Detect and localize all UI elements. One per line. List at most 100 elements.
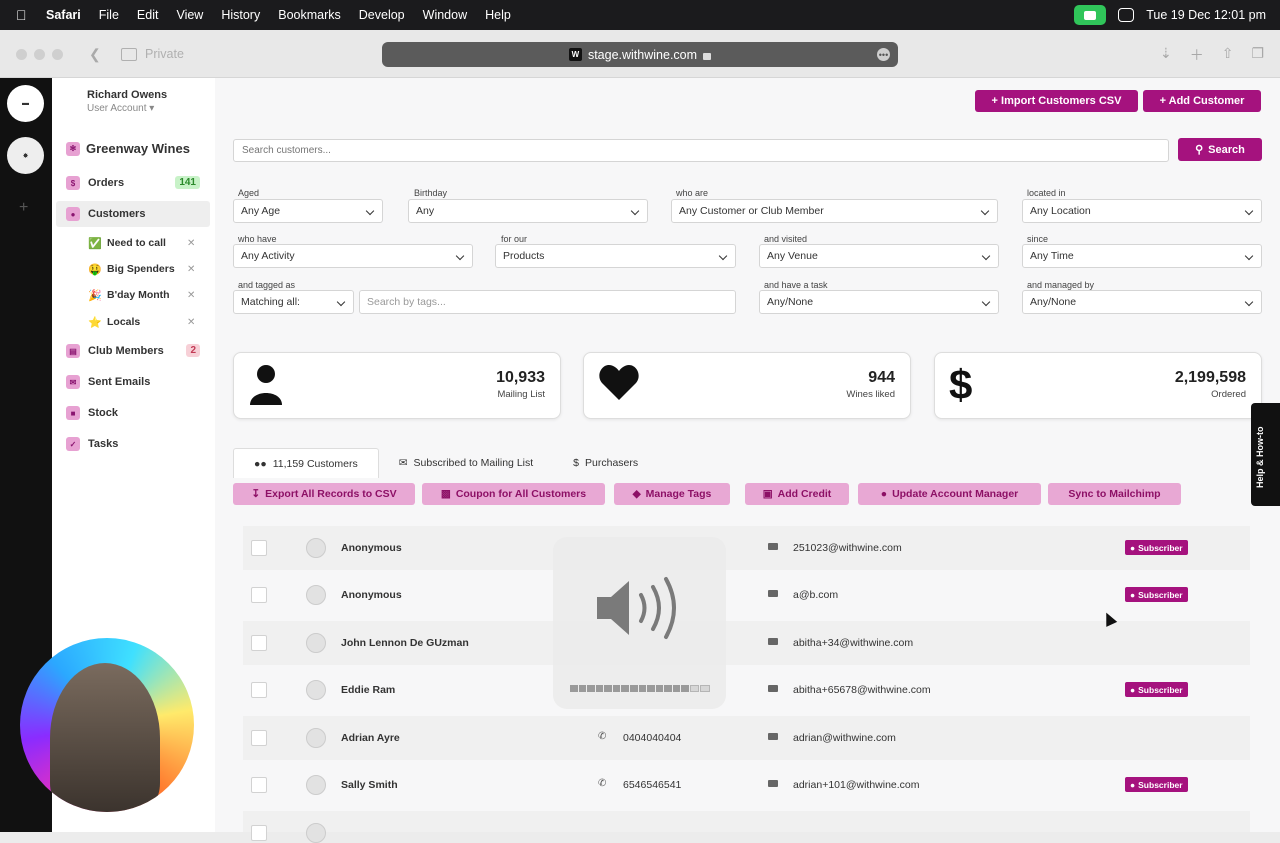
private-indicator[interactable]: Private (121, 47, 184, 61)
envelope-icon (768, 638, 778, 645)
row-checkbox[interactable] (251, 682, 267, 698)
screen-recording-icon[interactable] (1074, 5, 1107, 25)
location-select[interactable]: Any Location (1022, 199, 1262, 223)
export-csv-button[interactable]: ↧ Export All Records to CSV (233, 483, 415, 505)
task-select[interactable]: Any/None (759, 290, 999, 314)
close-icon[interactable]: ✕ (187, 317, 195, 328)
coupon-button[interactable]: ▩ Coupon for All Customers (422, 483, 605, 505)
help-tab[interactable]: Help & How-to (1251, 403, 1280, 506)
chevron-down-icon (981, 251, 991, 261)
menu-clock[interactable]: Tue 19 Dec 12:01 pm (1146, 8, 1266, 22)
since-select[interactable]: Any Time (1022, 244, 1262, 268)
page-menu-icon[interactable]: ••• (877, 48, 890, 61)
volume-segment (595, 685, 604, 692)
account-avatar-2[interactable]: ✸ (7, 137, 44, 174)
table-row[interactable]: Adrian Ayre ✆ 0404040404 adrian@withwine… (243, 716, 1250, 760)
envelope-icon (768, 733, 778, 740)
window-close-button[interactable] (16, 49, 27, 60)
sidebar-item-sent-emails[interactable]: ✉ Sent Emails (56, 369, 210, 395)
brand[interactable]: ✻ Greenway Wines (66, 141, 190, 156)
volume-level-bar (570, 685, 710, 692)
control-center-icon[interactable] (1118, 8, 1135, 22)
sync-mailchimp-button[interactable]: Sync to Mailchimp (1048, 483, 1181, 505)
apple-icon[interactable]:  (16, 7, 32, 23)
new-tab-icon[interactable]: ＋ (1190, 45, 1204, 65)
row-checkbox[interactable] (251, 540, 267, 556)
customer-name[interactable]: Adrian Ayre (341, 732, 400, 744)
menu-develop[interactable]: Develop (359, 8, 405, 22)
close-icon[interactable]: ✕ (187, 290, 195, 301)
row-checkbox[interactable] (251, 777, 267, 793)
search-input[interactable] (233, 139, 1169, 162)
row-checkbox[interactable] (251, 825, 267, 841)
sidebar-item-stock[interactable]: ■ Stock (56, 400, 210, 426)
customer-name[interactable]: John Lennon De GUzman (341, 637, 469, 649)
table-row[interactable]: Eddie Ram abitha+65678@withwine.com ● Sub… (243, 668, 1250, 712)
row-checkbox[interactable] (251, 730, 267, 746)
tab-all-customers[interactable]: ●● 11,159 Customers (233, 448, 379, 478)
add-account-icon[interactable]: + (19, 199, 28, 217)
ticket-icon: ▩ (440, 488, 451, 500)
customer-name[interactable]: Sally Smith (341, 779, 398, 791)
menu-view[interactable]: View (176, 8, 203, 22)
table-row[interactable]: John Lennon De GUzman abitha+34@withwine… (243, 621, 1250, 665)
table-row[interactable]: Sally Smith ✆ 6546546541 adrian+101@with… (243, 763, 1250, 807)
segment-bday-month[interactable]: 🎉 B'day Month ✕ (88, 285, 198, 305)
birthday-select[interactable]: Any (408, 199, 648, 223)
menu-history[interactable]: History (221, 8, 260, 22)
table-row[interactable]: Anonymous a@b.com ● Subscriber (243, 573, 1250, 617)
menu-edit[interactable]: Edit (137, 8, 159, 22)
window-minimize-button[interactable] (34, 49, 45, 60)
share-icon[interactable]: ⇧ (1222, 45, 1234, 65)
table-row-partial[interactable] (243, 811, 1250, 843)
segment-big-spenders[interactable]: 🤑 Big Spenders ✕ (88, 259, 198, 279)
menu-bookmarks[interactable]: Bookmarks (278, 8, 341, 22)
user-menu[interactable]: Richard Owens User Account ▾ (87, 89, 167, 114)
tags-search-input[interactable]: Search by tags... (359, 290, 736, 314)
sidebar-item-club-members[interactable]: ▤ Club Members 2 (56, 338, 210, 364)
aged-select[interactable]: Any Age (233, 199, 383, 223)
account-avatar-1[interactable]: ▬ (7, 85, 44, 122)
menu-app[interactable]: Safari (46, 8, 81, 22)
products-select[interactable]: Products (495, 244, 736, 268)
tag-match-select[interactable]: Matching all: (233, 290, 354, 314)
import-customers-button[interactable]: + Import Customers CSV (975, 90, 1138, 112)
who-are-select[interactable]: Any Customer or Club Member (671, 199, 998, 223)
tab-mailing-list[interactable]: ✉ Subscribed to Mailing List (379, 448, 553, 478)
address-bar[interactable]: W stage.withwine.com ••• (382, 42, 898, 67)
customer-name[interactable]: Anonymous (341, 589, 402, 601)
manage-tags-button[interactable]: ◆ Manage Tags (614, 483, 730, 505)
stat-card-mailing-list[interactable]: 10,933 Mailing List (233, 352, 561, 419)
dollar-icon: $ (66, 176, 80, 190)
manager-select[interactable]: Any/None (1022, 290, 1262, 314)
segment-need-to-call[interactable]: ✅ Need to call ✕ (88, 233, 198, 253)
row-checkbox[interactable] (251, 587, 267, 603)
segment-locals[interactable]: ⭐ Locals ✕ (88, 312, 198, 332)
search-button[interactable]: ⚲ Search (1178, 138, 1262, 161)
sidebar-item-customers[interactable]: ● Customers (56, 201, 210, 227)
close-icon[interactable]: ✕ (187, 264, 195, 275)
stat-card-wines-liked[interactable]: 944 Wines liked (583, 352, 911, 419)
sidebar-item-tasks[interactable]: ✓ Tasks (56, 431, 210, 457)
add-customer-button[interactable]: + Add Customer (1143, 90, 1261, 112)
stat-card-ordered[interactable]: $ 2,199,598 Ordered (934, 352, 1262, 419)
update-account-manager-button[interactable]: ● Update Account Manager (858, 483, 1041, 505)
sidebar-item-orders[interactable]: $ Orders 141 (56, 170, 210, 196)
customer-name[interactable]: Eddie Ram (341, 684, 395, 696)
row-checkbox[interactable] (251, 635, 267, 651)
back-icon[interactable]: ❮ (89, 46, 101, 63)
window-zoom-button[interactable] (52, 49, 63, 60)
venue-select[interactable]: Any Venue (759, 244, 999, 268)
close-icon[interactable]: ✕ (187, 238, 195, 249)
envelope-icon (768, 590, 778, 597)
tab-purchasers[interactable]: $ Purchasers (553, 448, 658, 478)
menu-file[interactable]: File (99, 8, 119, 22)
menu-window[interactable]: Window (423, 8, 467, 22)
add-credit-button[interactable]: ▣ Add Credit (745, 483, 849, 505)
menu-help[interactable]: Help (485, 8, 511, 22)
table-row[interactable]: Anonymous 251023@withwine.com ● Subscribe… (243, 526, 1250, 570)
customer-name[interactable]: Anonymous (341, 542, 402, 554)
download-icon[interactable]: ⇣ (1160, 45, 1172, 65)
tab-overview-icon[interactable]: ❐ (1251, 45, 1264, 65)
activity-select[interactable]: Any Activity (233, 244, 473, 268)
